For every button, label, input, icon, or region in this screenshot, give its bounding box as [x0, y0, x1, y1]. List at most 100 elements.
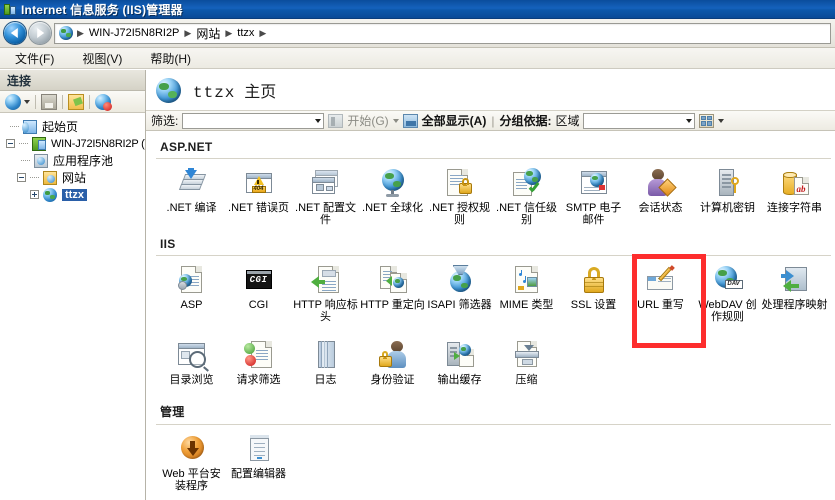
section-title: ASP.NET: [160, 140, 213, 154]
feature-url-rewrite[interactable]: URL 重写: [627, 260, 694, 325]
forward-button[interactable]: [29, 22, 51, 44]
feature-label: 计算机密钥: [700, 202, 755, 214]
globe-icon: [59, 26, 73, 40]
feature-cgi[interactable]: CGI CGI: [225, 260, 292, 325]
tree-item-start-page[interactable]: 起始页: [4, 118, 145, 135]
chevron-down-icon[interactable]: [315, 118, 322, 123]
breadcrumb-item-sites[interactable]: 网站: [195, 25, 221, 42]
tree-item-app-pools[interactable]: 应用程序池: [4, 152, 145, 169]
group-by-label: 分组依据:: [499, 114, 552, 128]
feature-label: 身份验证: [370, 374, 415, 386]
menu-view[interactable]: 视图(V): [79, 49, 125, 68]
feature-http-redirect[interactable]: HTTP 重定向: [359, 260, 426, 325]
tree-line: [21, 159, 30, 162]
connections-tree: 起始页 WIN-J72I5N8RI2P (W 应用程序池 网站 ttzx: [0, 113, 145, 500]
chevron-down-icon[interactable]: [686, 118, 693, 123]
section-items-row1: ASP CGI CGI HTTP 响应标头 HTTP 重定向 ISAPI 筛选器…: [154, 260, 835, 325]
feature-net-profile[interactable]: .NET 配置文件: [292, 163, 359, 228]
mime-types-icon: [511, 264, 543, 296]
net-authorization-rules-icon: [444, 167, 476, 199]
expander-minus-icon[interactable]: [17, 173, 26, 182]
new-site-icon[interactable]: [68, 93, 84, 110]
site-globe-icon: [156, 77, 181, 103]
toolbar-divider: [35, 94, 36, 109]
feature-http-response-headers[interactable]: HTTP 响应标头: [292, 260, 359, 325]
feature-smtp-email[interactable]: SMTP 电子邮件: [560, 163, 627, 228]
feature-net-compilation[interactable]: .NET 编译: [158, 163, 225, 228]
feature-output-caching[interactable]: 输出缓存: [426, 335, 493, 388]
tree-item-sites[interactable]: 网站: [4, 169, 145, 186]
feature-connection-strings[interactable]: ab 连接字符串: [761, 163, 828, 228]
toolbar-divider: [89, 94, 90, 109]
chevron-down-icon[interactable]: [718, 118, 725, 123]
feature-session-state[interactable]: 会话状态: [627, 163, 694, 228]
feature-isapi-filters[interactable]: ISAPI 筛选器: [426, 260, 493, 325]
breadcrumb-item-server[interactable]: WIN-J72I5N8RI2P: [88, 27, 180, 39]
address-bar: ▶ WIN-J72I5N8RI2P ▶ 网站 ▶ ttzx ▶: [0, 19, 835, 48]
start-page-icon: [22, 119, 37, 134]
go-button-label[interactable]: 开始(G): [347, 112, 388, 129]
feature-label: 请求筛选: [236, 374, 281, 386]
webdav-authoring-rules-icon: DAV: [712, 264, 744, 296]
chevron-down-icon[interactable]: [392, 118, 399, 123]
breadcrumb-separator: ▶: [184, 27, 192, 38]
session-state-icon: [645, 167, 677, 199]
feature-authentication[interactable]: 身份验证: [359, 335, 426, 388]
content-pane: ttzx 主页 筛选: 开始(G) 全部显示(A) | 分组依据: 区域 ASP…: [146, 70, 835, 500]
feature-net-trust-levels[interactable]: .NET 信任级别: [493, 163, 560, 228]
http-response-headers-icon: [310, 264, 342, 296]
breadcrumb-separator: ▶: [259, 27, 267, 38]
tree-item-server[interactable]: WIN-J72I5N8RI2P (W: [4, 135, 145, 152]
chevron-down-icon[interactable]: [24, 99, 30, 104]
delete-connection-icon[interactable]: [95, 93, 112, 111]
breadcrumb-item-site[interactable]: ttzx: [236, 27, 255, 39]
group-by-select[interactable]: [583, 112, 696, 129]
feature-net-error-pages[interactable]: 404 .NET 错误页: [225, 163, 292, 228]
show-all-label[interactable]: 全部显示(A): [422, 112, 487, 129]
feature-request-filtering[interactable]: 请求筛选: [225, 335, 292, 388]
feature-configuration-editor[interactable]: 配置编辑器: [225, 429, 292, 494]
feature-net-globalization[interactable]: .NET 全球化: [359, 163, 426, 228]
feature-ssl-settings[interactable]: SSL 设置: [560, 260, 627, 325]
filter-toolbar: 筛选: 开始(G) 全部显示(A) | 分组依据: 区域: [146, 110, 835, 131]
ssl-settings-icon: [578, 264, 610, 296]
section-iis: IIS ASP CGI CGI HTTP 响应标头 HTTP 重定向 ISAPI…: [154, 234, 835, 388]
url-rewrite-icon: [645, 264, 677, 296]
feature-label: WebDAV 创作规则: [698, 299, 757, 323]
group-by-value: 区域: [555, 114, 580, 128]
window-title: Internet 信息服务 (IIS)管理器: [21, 2, 183, 17]
breadcrumb[interactable]: ▶ WIN-J72I5N8RI2P ▶ 网站 ▶ ttzx ▶: [54, 22, 831, 44]
connections-header: 连接: [0, 70, 145, 91]
connect-to-icon[interactable]: [5, 93, 21, 110]
back-button[interactable]: [4, 22, 26, 44]
feature-machine-key[interactable]: 计算机密钥: [694, 163, 761, 228]
feature-label: .NET 配置文件: [295, 202, 356, 226]
filter-input[interactable]: [182, 112, 325, 129]
feature-logging[interactable]: 日志: [292, 335, 359, 388]
view-mode-icon[interactable]: [699, 113, 715, 128]
feature-compression[interactable]: 压缩: [493, 335, 560, 388]
feature-web-platform-installer[interactable]: Web 平台安装程序: [158, 429, 225, 494]
show-all-icon[interactable]: [402, 113, 418, 128]
breadcrumb-separator: ▶: [77, 27, 84, 38]
binoculars-icon[interactable]: [328, 113, 344, 128]
feature-asp[interactable]: ASP: [158, 260, 225, 325]
tree-item-label: 网站: [62, 171, 87, 185]
feature-webdav-authoring-rules[interactable]: DAV WebDAV 创作规则: [694, 260, 761, 325]
feature-directory-browsing[interactable]: 目录浏览: [158, 335, 225, 388]
tree-line: [10, 125, 19, 128]
feature-net-authorization-rules[interactable]: .NET 授权规则: [426, 163, 493, 228]
feature-label: 日志: [314, 374, 337, 386]
section-divider: [156, 255, 831, 256]
feature-handler-mappings[interactable]: 处理程序映射: [761, 260, 828, 325]
output-caching-icon: [444, 339, 476, 371]
menu-file[interactable]: 文件(F): [12, 49, 57, 68]
save-connections-icon[interactable]: [41, 93, 57, 110]
expander-plus-icon[interactable]: [30, 190, 39, 199]
section-title: 管理: [160, 405, 185, 419]
tree-item-site-ttzx[interactable]: ttzx: [4, 186, 145, 203]
net-trust-levels-icon: [511, 167, 543, 199]
menu-help[interactable]: 帮助(H): [147, 49, 194, 68]
feature-mime-types[interactable]: MIME 类型: [493, 260, 560, 325]
expander-minus-icon[interactable]: [6, 139, 15, 148]
